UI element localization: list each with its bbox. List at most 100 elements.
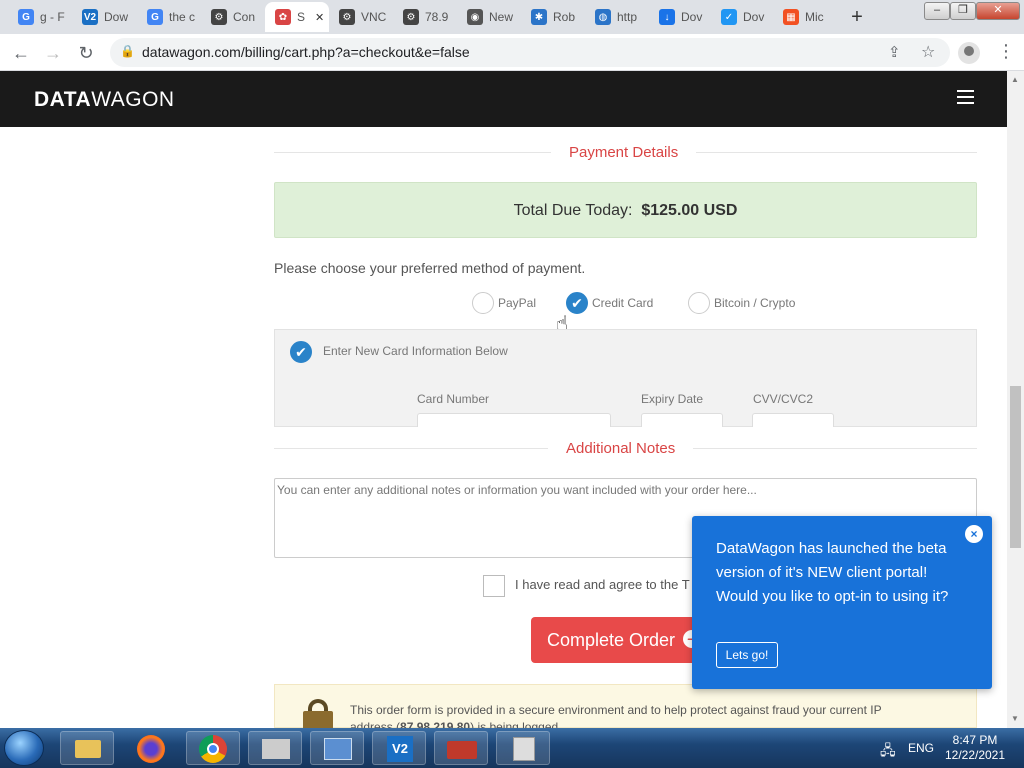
payment-method-prompt: Please choose your preferred method of p… <box>274 260 586 276</box>
credit-card-label[interactable]: Credit Card <box>592 296 653 310</box>
url-text[interactable]: datawagon.com/billing/cart.php?a=checkou… <box>142 44 470 60</box>
cvv-label: CVV/CVC2 <box>753 392 814 406</box>
total-due-value: $125.00 USD <box>641 202 738 219</box>
browser-tab-strip: Gg - F V2 Dow Gthe c ⚙ Con ✿ S ✕ ⚙ VNC ⚙ 78.9 ◉ New ✱ Ro… <box>0 0 1024 34</box>
close-window-button[interactable]: ✕ <box>976 2 1020 20</box>
tab-label: g - F <box>40 10 65 24</box>
expiry-date-input[interactable] <box>641 413 723 427</box>
windows-taskbar: V2 🖧 ENG 8:47 PM 12/22/2021 <box>0 728 1024 768</box>
close-tab-icon[interactable]: ✕ <box>315 11 324 24</box>
bitcoin-crypto-label[interactable]: Bitcoin / Crypto <box>714 296 795 310</box>
browser-tab[interactable]: ◉ New <box>457 2 519 32</box>
additional-notes-heading: Additional Notes <box>548 440 694 457</box>
total-due-label: Total Due Today: <box>513 202 633 219</box>
tab-favicon-icon: G <box>147 9 163 25</box>
bookmark-star-icon[interactable]: ☆ <box>921 42 935 62</box>
tab-label: Con <box>233 10 256 24</box>
reload-icon[interactable]: ↻ <box>75 42 97 64</box>
lock-icon: 🔒 <box>120 44 135 58</box>
tab-label: New <box>489 10 514 24</box>
browser-tab[interactable]: ⚙ Con <box>201 2 263 32</box>
tab-label: Rob <box>553 10 576 24</box>
cvv-input[interactable] <box>752 413 834 427</box>
complete-order-button[interactable]: Complete Order ➜ <box>531 617 711 663</box>
tab-favicon-icon: ✓ <box>721 9 737 25</box>
browser-tab[interactable]: ◍ http <box>585 2 647 32</box>
tab-favicon-icon: ⚙ <box>403 9 419 25</box>
tab-favicon-icon: G <box>18 9 34 25</box>
browser-tab[interactable]: ✱ Rob <box>521 2 583 32</box>
tab-favicon-icon: V2 <box>82 9 98 25</box>
remote-desktop-icon[interactable] <box>310 731 364 765</box>
popup-close-icon[interactable]: × <box>965 525 983 543</box>
bitcoin-crypto-radio[interactable] <box>688 292 710 314</box>
start-button[interactable] <box>4 730 44 766</box>
share-icon[interactable]: ⇪ <box>888 43 901 61</box>
credit-card-radio[interactable]: ✔ <box>566 292 588 314</box>
archive-icon[interactable] <box>496 731 550 765</box>
browser-tab[interactable]: ⚙ VNC <box>329 2 391 32</box>
paypal-radio[interactable] <box>472 292 494 314</box>
tab-label: S <box>297 10 306 24</box>
profile-avatar[interactable] <box>958 42 980 64</box>
browser-tab[interactable]: ✓ Dov <box>711 2 773 32</box>
paypal-label[interactable]: PayPal <box>498 296 536 310</box>
browser-tab[interactable]: Gthe c <box>137 2 199 32</box>
browser-tab[interactable]: V2 Dow <box>72 2 134 32</box>
app-window-icon[interactable] <box>248 731 302 765</box>
tab-label: Dov <box>681 10 703 24</box>
forward-icon[interactable]: → <box>42 42 64 64</box>
clock[interactable]: 8:47 PM 12/22/2021 <box>940 733 1010 763</box>
card-number-label: Card Number <box>417 392 490 406</box>
browser-tab[interactable]: ✿ S ✕ <box>265 2 329 32</box>
browser-tab[interactable]: ▦ Mic <box>773 2 835 32</box>
tab-label: 78.9 <box>425 10 449 24</box>
secure-notice: This order form is provided in a secure … <box>274 684 977 734</box>
chrome-icon[interactable] <box>186 731 240 765</box>
browser-toolbar: ← → ↻ 🔒 datawagon.com/billing/cart.php?a… <box>0 34 1024 71</box>
minimize-button[interactable]: – <box>924 2 950 20</box>
browser-tab[interactable]: ⚙ 78.9 <box>393 2 455 32</box>
padlock-icon <box>303 699 333 731</box>
file-explorer-icon[interactable] <box>60 731 114 765</box>
language-indicator[interactable]: ENG <box>908 741 934 755</box>
scroll-up-icon[interactable]: ▲ <box>1011 75 1019 84</box>
hamburger-menu-icon[interactable] <box>957 90 974 104</box>
menu-kebab-icon[interactable]: ⋮ <box>997 41 1015 62</box>
scrollbar-thumb[interactable] <box>1010 386 1021 548</box>
lets-go-button[interactable]: Lets go! <box>716 642 778 668</box>
new-card-label[interactable]: Enter New Card Information Below <box>323 344 508 358</box>
new-tab-button[interactable]: + <box>846 7 868 29</box>
terms-checkbox[interactable] <box>483 575 505 597</box>
maximize-button[interactable]: ❐ <box>950 2 976 20</box>
scroll-down-icon[interactable]: ▼ <box>1011 714 1019 723</box>
firefox-icon[interactable] <box>124 731 178 765</box>
client-portal-popup: × DataWagon has launched the beta versio… <box>692 516 992 689</box>
total-due-box: Total Due Today: $125.00 USD <box>274 182 977 238</box>
tab-favicon-icon: ▦ <box>783 9 799 25</box>
tab-favicon-icon: ◉ <box>467 9 483 25</box>
network-icon[interactable]: 🖧 <box>880 740 896 764</box>
tab-label: Dow <box>104 10 129 24</box>
secure-notice-line1: This order form is provided in a secure … <box>350 703 882 717</box>
browser-tab[interactable]: ↓ Dov <box>649 2 711 32</box>
toolbox-icon[interactable] <box>434 731 488 765</box>
card-number-input[interactable] <box>417 413 611 427</box>
site-logo[interactable]: DATAWAGON <box>34 88 175 112</box>
address-bar[interactable]: 🔒 datawagon.com/billing/cart.php?a=check… <box>110 38 950 67</box>
tab-favicon-icon: ✿ <box>275 9 291 25</box>
tab-label: Dov <box>743 10 765 24</box>
browser-tab[interactable]: Gg - F <box>8 2 70 32</box>
tab-favicon-icon: ✱ <box>531 9 547 25</box>
popup-message: DataWagon has launched the beta version … <box>716 540 949 605</box>
expiry-date-label: Expiry Date <box>641 392 704 406</box>
back-icon[interactable]: ← <box>10 42 32 64</box>
new-card-radio[interactable]: ✔ <box>290 341 312 363</box>
v2-app-icon[interactable]: V2 <box>372 731 426 765</box>
page-scrollbar[interactable]: ▲ ▼ <box>1007 71 1024 728</box>
complete-order-label: Complete Order <box>547 630 676 650</box>
terms-label[interactable]: I have read and agree to the T <box>515 577 690 592</box>
tab-label: VNC <box>361 10 387 24</box>
card-info-panel: ✔ Enter New Card Information Below Card … <box>274 329 977 427</box>
tab-favicon-icon: ◍ <box>595 9 611 25</box>
